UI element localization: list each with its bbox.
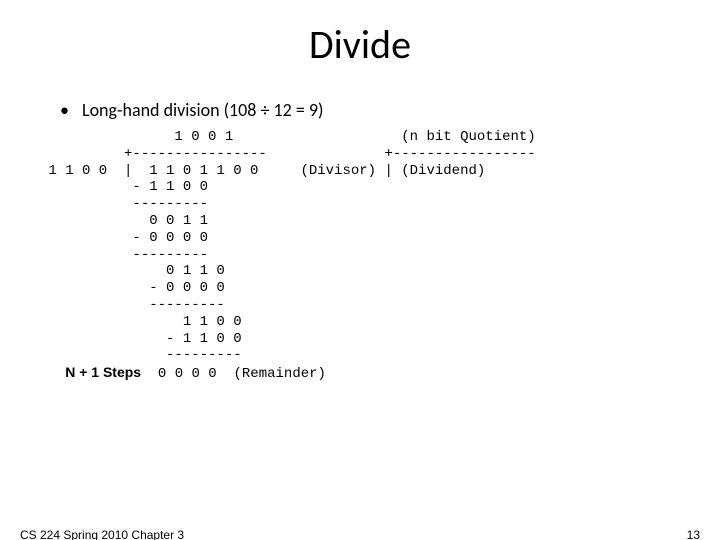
bullet-line: •Long-hand division (108 ÷ 12 = 9) — [60, 99, 720, 121]
div-line-0: 1 0 0 1 (n bit Quotient) — [40, 129, 536, 145]
div-line-4: --------- — [40, 196, 208, 212]
div-line-1: +---------------- +----------------- — [40, 146, 536, 162]
steps-label: N + 1 Steps — [65, 364, 141, 380]
long-division-block: 1 0 0 1 (n bit Quotient) +--------------… — [40, 129, 720, 383]
div-line-12: - 1 1 0 0 — [40, 331, 242, 347]
div-line-7: --------- — [40, 247, 208, 263]
div-line-10: --------- — [40, 297, 225, 313]
div-line-8: 0 1 1 0 — [40, 263, 225, 279]
div-line-13: --------- — [40, 347, 242, 363]
bullet-text: Long-hand division (108 ÷ 12 = 9) — [82, 99, 323, 121]
bullet-dot: • — [60, 99, 82, 121]
slide-number: 13 — [687, 528, 700, 540]
div-line-2: 1 1 0 0 | 1 1 0 1 1 0 0 (Divisor) | (Div… — [40, 163, 485, 179]
footer-left: CS 224 Spring 2010 Chapter 3 — [20, 528, 184, 540]
div-line-6: - 0 0 0 0 — [40, 230, 208, 246]
div-line-9: - 0 0 0 0 — [40, 280, 225, 296]
remainder-line: 0 0 0 0 (Remainder) — [141, 366, 326, 382]
div-line-11: 1 1 0 0 — [40, 314, 242, 330]
slide-title: Divide — [0, 20, 720, 69]
div-line-3: - 1 1 0 0 — [40, 179, 208, 195]
div-line-5: 0 0 1 1 — [40, 213, 208, 229]
